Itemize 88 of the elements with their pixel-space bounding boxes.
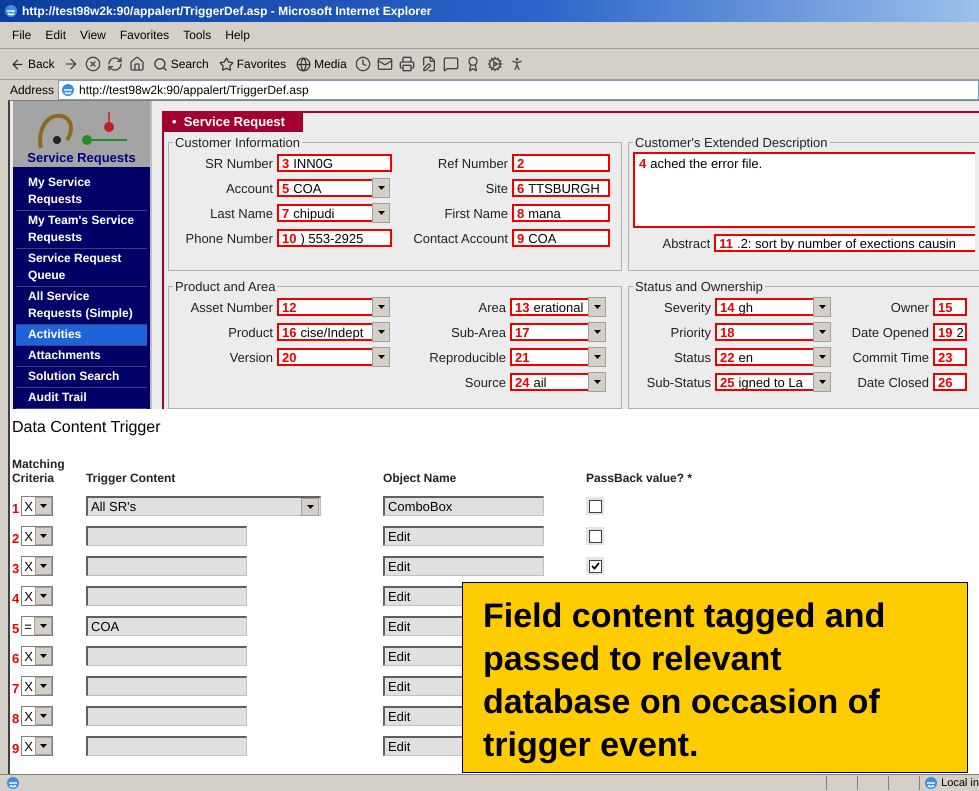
field-value: ail: [533, 375, 546, 389]
field-number: 26: [938, 375, 952, 389]
address-label: Address: [10, 83, 54, 97]
field-label: Priority: [670, 324, 711, 340]
field-value: erational: [533, 300, 584, 314]
field-value: chipudi: [293, 206, 334, 220]
field-label: Date Opened: [850, 324, 929, 340]
logo-title: Service Requests: [27, 150, 136, 165]
group-title: Product and Area: [174, 280, 276, 294]
field-number: 12: [282, 300, 296, 314]
zone-label: Local in: [941, 777, 979, 789]
field-number: 14: [720, 300, 734, 314]
field-value: COA: [293, 181, 322, 195]
field-label: Owner: [890, 300, 929, 314]
field-value: cise/Indept: [300, 325, 364, 339]
field-value: gh: [738, 300, 753, 314]
row-number: 6: [12, 651, 20, 666]
field-label: Source: [464, 374, 506, 390]
field-number: 9: [517, 231, 524, 245]
field-label: Sub-Status: [646, 374, 711, 390]
field-number: 22: [720, 350, 734, 364]
field-number: 17: [515, 325, 530, 339]
field-value: en: [738, 350, 753, 364]
field-value: TTSBURGH: [528, 181, 600, 195]
field-number: 13: [515, 300, 530, 314]
field-number: 25: [720, 375, 734, 389]
group-title: Customer Information: [174, 136, 301, 150]
field-number: 24: [515, 375, 530, 389]
field-number: 8: [517, 206, 524, 220]
field-label: Date Closed: [856, 374, 929, 390]
row-number: 3: [12, 561, 20, 576]
field-label: Status: [673, 350, 711, 364]
field-label: Ref Number: [436, 156, 508, 170]
field-number: 16: [282, 325, 296, 339]
row-number: 5: [12, 621, 20, 636]
window-title: http://test98w2k:90/appalert/TriggerDef.asp - Microsoft Internet Explorer: [22, 4, 432, 18]
field-number: 21: [515, 350, 530, 364]
field-number: 7: [282, 206, 290, 220]
field-label: Commit Time: [851, 350, 929, 364]
row-number: 4: [12, 591, 20, 606]
field-value: mana: [528, 206, 561, 220]
field-label: Sub-Area: [450, 324, 506, 340]
field-value: igned to La: [738, 375, 803, 389]
column-header: PassBack value? *: [586, 471, 694, 487]
field-label: Phone Number: [184, 230, 273, 246]
field-value: INN0G: [293, 156, 333, 170]
field-label: Last Name: [209, 206, 273, 220]
field-label: Contact Account: [412, 230, 508, 246]
row-number: 7: [12, 681, 20, 696]
column-header: Trigger Content: [86, 471, 176, 487]
column-header: Object Name: [383, 471, 458, 487]
row-number: 2: [12, 531, 20, 546]
field-label: Version: [228, 350, 273, 364]
field-label: Site: [484, 180, 508, 196]
row-number: 1: [12, 501, 20, 516]
field-label: Severity: [663, 300, 711, 314]
field-label: Abstract: [662, 236, 710, 250]
field-number: 5: [282, 181, 290, 195]
field-number: 3: [282, 156, 290, 170]
field-number: 6: [517, 181, 524, 195]
field-label: Account: [225, 180, 273, 196]
field-number: 18: [720, 325, 734, 339]
field-number: 15: [938, 300, 952, 314]
group-title: Customer's Extended Description: [634, 136, 829, 150]
section-title: Data Content Trigger: [12, 419, 162, 437]
field-number: 19: [938, 325, 952, 339]
field-value: 2: [956, 325, 964, 339]
field-number: 10: [282, 231, 296, 245]
field-label: Area: [478, 300, 506, 314]
field-value: COA: [528, 231, 556, 245]
field-label: Reproducible: [428, 350, 506, 364]
group-title: Status and Ownership: [634, 280, 764, 294]
row-number: 8: [12, 711, 20, 726]
field-label: SR Number: [204, 156, 273, 170]
field-number: 2: [517, 156, 524, 170]
callout-tooltip: Field content tagged and passed to relevant database on occasion of trigger event.: [462, 582, 968, 773]
field-label: Asset Number: [190, 300, 273, 314]
row-number: 9: [12, 741, 20, 756]
field-value: ) 553-2925: [300, 231, 364, 245]
field-number: 20: [282, 350, 296, 364]
field-label: Product: [227, 324, 273, 340]
field-value: .2: sort by number of exections causin: [736, 236, 956, 250]
column-header: Matching Criteria: [12, 457, 66, 487]
field-label: First Name: [443, 206, 508, 220]
field-value: ached the error file.: [650, 156, 762, 171]
field-number: 23: [938, 350, 952, 364]
field-number: 11: [719, 236, 733, 250]
field-number: 4: [639, 156, 646, 171]
